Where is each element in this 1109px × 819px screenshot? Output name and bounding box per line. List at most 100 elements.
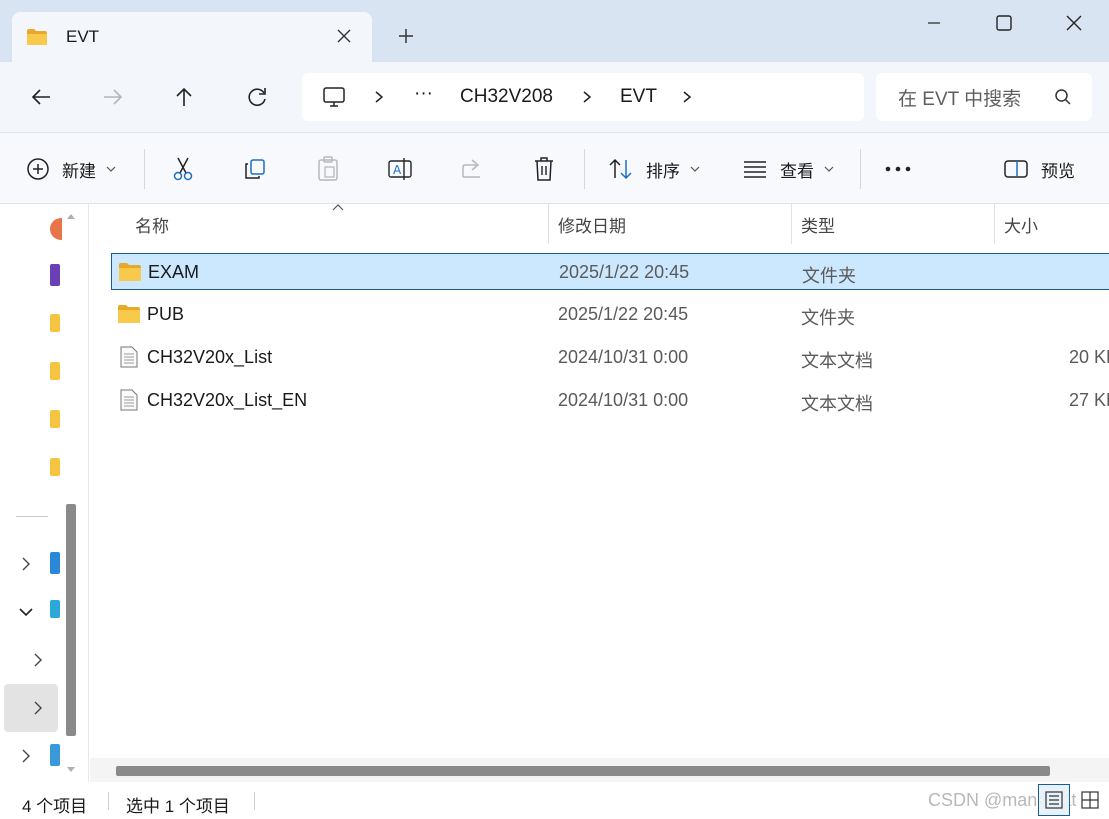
file-type: 文本文档 — [801, 351, 873, 371]
column-divider[interactable] — [548, 204, 549, 244]
minimize-button[interactable] — [910, 8, 958, 38]
copy-button[interactable] — [243, 153, 267, 185]
cloud-drive-icon[interactable] — [50, 552, 60, 574]
preview-pane-button[interactable]: 预览 — [1003, 153, 1075, 185]
file-type: 文件夹 — [802, 266, 856, 286]
chevron-down-icon[interactable] — [18, 604, 34, 620]
chevron-down-icon — [690, 166, 700, 172]
chevron-right-icon[interactable] — [18, 556, 34, 572]
home-icon[interactable] — [50, 218, 62, 240]
search-icon[interactable] — [1054, 88, 1072, 106]
column-size-label: 大小 — [1004, 216, 1038, 236]
sort-button[interactable]: 排序 — [608, 153, 700, 185]
close-window-button[interactable] — [1050, 8, 1098, 38]
share-icon — [462, 159, 480, 178]
add-circle-icon — [27, 158, 49, 180]
chevron-down-icon — [106, 166, 116, 172]
tiles-view-button[interactable] — [1074, 784, 1106, 816]
tab-evt[interactable]: EVT — [12, 12, 372, 62]
address-crumb-evt[interactable]: EVT — [620, 86, 657, 108]
chevron-down-icon — [824, 166, 834, 172]
maximize-button[interactable] — [980, 8, 1028, 38]
list-view-icon — [744, 161, 766, 178]
view-button[interactable]: 查看 — [742, 153, 834, 185]
more-options-button[interactable] — [884, 153, 912, 185]
cut-button[interactable] — [171, 153, 195, 185]
divider — [108, 792, 109, 810]
file-type: 文本文档 — [801, 394, 873, 414]
new-label: 新建 — [62, 161, 96, 181]
close-icon[interactable] — [334, 26, 354, 46]
text-file-icon — [120, 389, 138, 411]
divider — [860, 149, 861, 189]
svg-text:A: A — [393, 163, 402, 177]
divider — [144, 149, 145, 189]
back-arrow-icon[interactable] — [28, 84, 54, 110]
file-row-exam[interactable]: EXAM 2025/1/22 20:45 文件夹 — [111, 253, 1109, 290]
status-bar: 4 个项目 选中 1 个项目 CSDN @manpulat — [0, 782, 1109, 819]
column-header-type[interactable]: 类型 — [801, 204, 835, 244]
chevron-right-icon[interactable] — [30, 652, 46, 668]
column-header-size[interactable]: 大小 — [1004, 204, 1038, 244]
delete-button[interactable] — [532, 153, 556, 185]
command-bar: 新建 A 排序 查看 预览 — [0, 132, 1109, 204]
forward-arrow-icon[interactable] — [100, 84, 126, 110]
network-icon[interactable] — [50, 744, 60, 766]
new-button[interactable]: 新建 — [26, 153, 116, 185]
rename-icon: A — [388, 158, 412, 180]
column-header-date[interactable]: 修改日期 — [558, 204, 626, 244]
horizontal-scrollbar[interactable] — [90, 758, 1109, 782]
up-arrow-icon[interactable] — [171, 84, 197, 110]
search-input[interactable]: 在 EVT 中搜索 — [876, 73, 1092, 121]
navigation-bar: ··· CH32V208 EVT 在 EVT 中搜索 — [0, 62, 1109, 132]
file-row-ch32v20x-list-en[interactable]: CH32V20x_List_EN 2024/10/31 0:00 文本文档 27… — [111, 382, 1109, 419]
folder-icon[interactable] — [50, 410, 60, 428]
scrollbar-thumb[interactable] — [116, 766, 1050, 776]
scroll-up-icon[interactable] — [66, 212, 76, 220]
column-header-name[interactable]: 名称 — [135, 204, 169, 244]
video-folder-icon[interactable] — [50, 264, 60, 286]
folder-icon[interactable] — [50, 458, 60, 476]
chevron-right-icon[interactable] — [680, 90, 694, 104]
column-date-label: 修改日期 — [558, 216, 626, 236]
address-bar[interactable]: ··· CH32V208 EVT — [302, 73, 864, 121]
file-name: CH32V20x_List — [147, 347, 273, 367]
file-date: 2025/1/22 20:45 — [559, 262, 690, 282]
column-divider[interactable] — [791, 204, 792, 244]
title-bar: EVT — [0, 0, 1109, 62]
address-overflow[interactable]: ··· — [414, 83, 433, 105]
column-name-label: 名称 — [135, 216, 169, 236]
rename-button[interactable]: A — [387, 153, 413, 185]
file-size: 20 KB — [1069, 347, 1109, 367]
file-row-ch32v20x-list[interactable]: CH32V20x_List 2024/10/31 0:00 文本文档 20 KB — [111, 339, 1109, 376]
refresh-icon[interactable] — [244, 84, 270, 110]
folder-icon — [118, 305, 140, 323]
file-row-pub[interactable]: PUB 2025/1/22 20:45 文件夹 — [111, 296, 1109, 333]
share-button[interactable] — [460, 153, 486, 185]
folder-icon[interactable] — [50, 362, 60, 380]
address-crumb-ch32v208[interactable]: CH32V208 — [460, 86, 553, 108]
chevron-right-icon[interactable] — [372, 90, 386, 104]
column-divider[interactable] — [994, 204, 995, 244]
sort-label: 排序 — [646, 161, 680, 181]
folder-icon[interactable] — [50, 314, 60, 332]
close-icon — [1066, 15, 1082, 31]
scissors-icon — [173, 157, 193, 181]
folder-icon — [119, 263, 141, 281]
scrollbar-thumb[interactable] — [66, 504, 76, 736]
this-pc-icon[interactable] — [50, 600, 60, 618]
chevron-right-icon[interactable] — [580, 90, 594, 104]
this-pc-icon[interactable] — [322, 85, 346, 109]
add-tab-icon[interactable] — [394, 24, 418, 48]
chevron-right-icon[interactable] — [18, 748, 34, 764]
navigation-scrollbar[interactable] — [62, 204, 80, 780]
folder-icon — [27, 29, 47, 45]
item-count: 4 个项目 — [22, 797, 88, 816]
paste-button[interactable] — [316, 153, 340, 185]
text-file-icon — [120, 346, 138, 368]
column-type-label: 类型 — [801, 216, 835, 236]
scroll-down-icon[interactable] — [66, 766, 76, 774]
file-date: 2024/10/31 0:00 — [558, 390, 689, 410]
chevron-right-icon[interactable] — [30, 700, 46, 716]
details-view-button[interactable] — [1038, 784, 1070, 816]
